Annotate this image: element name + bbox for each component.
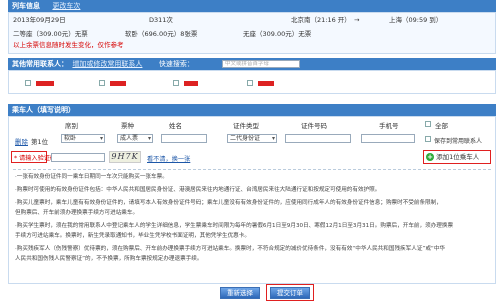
id-number-input[interactable] [285, 134, 351, 143]
captcha-input[interactable] [51, 153, 105, 162]
train-date: 2013年09月29日 [13, 16, 66, 24]
contact-checkbox-1[interactable] [25, 80, 31, 86]
note-line: ·购票时可使用的有效身份证件包括：中华人民共和国居民身份证、港澳居民来往内地通行… [15, 187, 381, 193]
contact-search-input[interactable]: 中文或拼音首字母 [222, 60, 300, 68]
seat-availability-row: 二等座（309.00元）无票 软卧（696.00元）8张票 无座（309.00元… [9, 29, 495, 40]
passenger-panel: 席别 票种 姓名 证件类型 证件号码 手机号 全部 删除 第1位 软卧 成人票 … [8, 116, 496, 284]
note-line: ·购买学生票时，须在我的常用联系人中登记乘车人的学生详细信息，学生票乘车时间限为… [15, 223, 454, 229]
note-line: 人民共和国伤残人民警察证”的，不予换票，所购车票按规定办理退票手续。 [15, 256, 203, 262]
seat-option-1: 二等座（309.00元）无票 [13, 30, 88, 38]
col-phone: 手机号 [379, 122, 399, 130]
train-info-title: 列车信息 [12, 2, 40, 10]
submit-order-button[interactable]: 提交订单 [270, 287, 310, 299]
captcha-refresh-link[interactable]: 看不清，换一张 [147, 154, 190, 163]
quick-search-label: 快速搜索： [158, 60, 194, 68]
contact-checkbox-4[interactable] [247, 80, 253, 86]
contact-name-redacted-2 [110, 81, 126, 86]
col-ticket-type: 票种 [121, 122, 134, 130]
contact-name-redacted-3 [184, 81, 198, 86]
delete-passenger-link[interactable]: 删除 [15, 136, 28, 146]
select-all-checkbox[interactable] [425, 121, 431, 127]
add-icon: + [426, 153, 434, 161]
add-passenger-label: 添加1位乘车人 [436, 153, 480, 161]
arrival-station: 上海（09:59 到） [389, 16, 443, 24]
note-line: 手续方可进站乘车。换票时，新生凭录取通知书，毕业生凭学校书面证明，其他凭学生优惠… [15, 233, 250, 239]
col-all: 全部 [435, 122, 448, 130]
col-seat: 席别 [65, 122, 78, 130]
departure-station: 北京南（21:16 开） [291, 16, 351, 24]
phone-input[interactable] [361, 134, 415, 143]
seat-select[interactable]: 软卧 [61, 134, 105, 143]
passengers-title: 乘车人（填写说明） [12, 106, 75, 114]
passenger-name-input[interactable] [161, 134, 207, 143]
note-line: ·购买儿童票时，乘车儿童有有效身份证件的，请填写本人有效身份证件号码；乘车儿童没… [15, 200, 442, 206]
manage-contacts-link[interactable]: 增加或修改常用联系人 [72, 60, 142, 68]
contact-name-redacted-1 [36, 81, 54, 86]
availability-notice: 以上余票信息随时发生变化，仅作参考 [9, 40, 495, 51]
train-info-panel: 2013年09月29日 D311次 北京南（21:16 开） → 上海（09:5… [8, 12, 496, 54]
add-passenger-button[interactable]: + 添加1位乘车人 [426, 152, 479, 162]
col-id-number: 证件号码 [301, 122, 327, 130]
col-name: 姓名 [169, 122, 182, 130]
order-page: 列车信息 更改车次 2013年09月29日 D311次 北京南（21:16 开）… [4, 0, 496, 302]
change-train-link[interactable]: 更改车次 [52, 2, 80, 10]
col-id-type: 证件类型 [233, 122, 259, 130]
note-line: ·购买残疾军人（伤残警察）优待票的，须在购票后、开车前办理换票手续方可进站乘车。… [15, 246, 446, 252]
reselect-button[interactable]: 重新选择 [220, 287, 260, 299]
contact-checkbox-3[interactable] [173, 80, 179, 86]
save-contact-label: 保存到常用联系人 [434, 138, 483, 145]
contact-list [8, 70, 496, 94]
passengers-header: 乘车人（填写说明） [8, 104, 496, 116]
seat-option-3: 无座（309.00元）无票 [243, 30, 312, 38]
contacts-title: 其他常用联系人： [12, 60, 68, 68]
notes-divider [13, 169, 491, 170]
note-line: 但购票后、开车前须办理换票手续方可进站乘车。 [15, 210, 139, 216]
save-contact-checkbox[interactable] [425, 136, 431, 142]
seat-option-2: 软卧（696.00元）8张票 [125, 30, 198, 38]
note-line: ·一张有效身份证件同一乘车日期同一车次只能购买一张车票。 [15, 174, 168, 180]
ticket-type-select[interactable]: 成人票 [117, 134, 153, 143]
train-info-header: 列车信息 更改车次 [8, 0, 496, 12]
contact-name-redacted-4 [258, 81, 274, 86]
train-route-row: 2013年09月29日 D311次 北京南（21:16 开） → 上海（09:5… [9, 15, 495, 26]
availability-notice-text: 以上余票信息随时发生变化，仅作参考 [13, 41, 124, 49]
captcha-image: 9H7K [109, 151, 141, 163]
passenger-index: 第1位 [31, 138, 49, 146]
contacts-header: 其他常用联系人： 增加或修改常用联系人 快速搜索： 中文或拼音首字母 [8, 58, 496, 70]
id-type-select[interactable]: 二代身份证 [227, 134, 277, 143]
route-arrow: → [354, 16, 360, 24]
train-number: D311次 [149, 16, 173, 24]
contact-checkbox-2[interactable] [99, 80, 105, 86]
